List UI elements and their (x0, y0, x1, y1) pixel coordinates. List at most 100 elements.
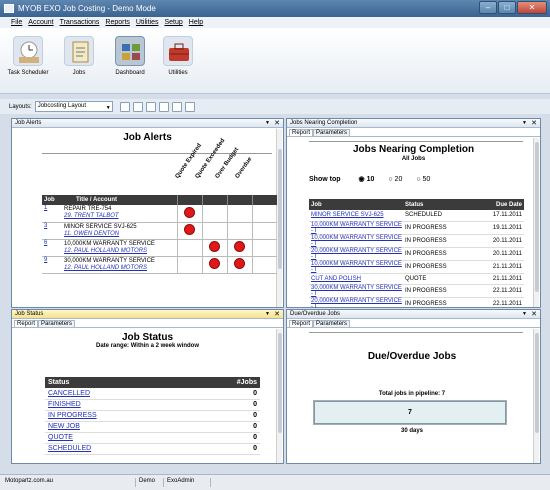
status-company: Motopartz.com.au (5, 478, 54, 484)
job-due-date: 21.11.2011 (492, 263, 522, 270)
radio-20[interactable]: ○ 20 (388, 176, 402, 183)
table-row: 10,000KM WARRANTY SERVICE - I IN PROGRESS… (309, 221, 524, 234)
refresh-icon[interactable] (132, 101, 143, 112)
radio-10[interactable]: ◉ 10 (359, 175, 375, 183)
status-link[interactable]: SCHEDULED (48, 445, 91, 452)
table-row: FINISHED 0 (45, 399, 260, 410)
menu-transactions[interactable]: Transactions (60, 19, 100, 26)
account-link[interactable]: 12. PAUL HOLLAND MOTORS (64, 265, 147, 271)
radio-50[interactable]: ○ 50 (416, 176, 430, 183)
job-link[interactable]: 20,000KM WARRANTY SERVICE - I (311, 248, 402, 260)
tab-report[interactable]: Report (289, 129, 314, 136)
job-link[interactable]: 10,000KM WARRANTY SERVICE - I (311, 235, 402, 247)
job-link[interactable]: CUT AND POLISH (311, 276, 361, 282)
menu-setup[interactable]: Setup (164, 19, 182, 26)
tab-report[interactable]: Report (14, 320, 39, 327)
job-link[interactable]: 3 (44, 223, 47, 229)
title-bar: MYOB EXO Job Costing - Demo Mode – □ ✕ (0, 0, 550, 17)
job-title: REPAIR TRE-754 (64, 206, 112, 213)
job-alerts-table: Job Title / Account 1 REPAIR TRE-754 29. T… (42, 195, 277, 274)
tab-report[interactable]: Report (289, 320, 314, 327)
col-jobs-count: #Jobs (193, 377, 260, 388)
dropdown-icon[interactable]: ▼ (522, 119, 527, 128)
job-link[interactable]: 10,000KM WARRANTY SERVICE - I (311, 222, 402, 234)
table-row: 9 30,000KM WARRANTY SERVICE 12. PAUL HOLLA… (42, 256, 277, 273)
overdue-header: Due/Overdue Jobs ▼ ✕ (287, 310, 540, 319)
job-status: SCHEDULED (405, 212, 443, 219)
overdue-total: Total jobs in pipeline: 7 (378, 391, 446, 397)
tab-parameters[interactable]: Parameters (313, 129, 351, 136)
menu-file[interactable]: File (11, 19, 22, 26)
job-due-date: 19.11.2011 (492, 224, 522, 231)
job-status-table: Status #Jobs CANCELLED 0 FINISHED 0 IN PROGR… (45, 377, 260, 455)
account-link[interactable]: 11. OWEN DENTON (64, 231, 119, 237)
job-link[interactable]: MINOR SERVICE SVJ-625 (311, 212, 384, 218)
tab-parameters[interactable]: Parameters (313, 320, 351, 327)
job-link[interactable]: 1 (44, 205, 47, 211)
menu-account[interactable]: Account (28, 19, 53, 26)
alert-dot (209, 258, 220, 269)
app-icon (4, 4, 14, 13)
close-icon[interactable]: ✕ (531, 119, 537, 128)
status-link[interactable]: FINISHED (48, 401, 81, 408)
close-button[interactable]: ✕ (517, 1, 547, 14)
job-link[interactable]: 9 (44, 257, 47, 263)
job-status: IN PROGRESS (405, 237, 447, 244)
overdue-days: 30 days (400, 428, 424, 434)
status-count: 0 (253, 434, 257, 441)
job-status: IN PROGRESS (405, 224, 447, 231)
job-status-panel-title: Job Status (15, 311, 44, 317)
add-icon[interactable] (171, 101, 182, 112)
job-status-heading: Job Status (121, 332, 174, 343)
status-link[interactable]: IN PROGRESS (48, 412, 97, 419)
dashboard-button[interactable]: Dashboard (106, 36, 154, 76)
save-layout-icon[interactable] (119, 101, 130, 112)
job-alerts-header: Job Alerts ▼ ✕ (12, 119, 283, 128)
status-link[interactable]: CANCELLED (48, 390, 90, 397)
layouts-label: Layouts: (9, 103, 32, 110)
status-count: 0 (253, 389, 257, 397)
job-status: QUOTE (405, 275, 427, 282)
col-due-date: Due Date (475, 199, 524, 210)
split-icon[interactable] (158, 101, 169, 112)
close-icon[interactable]: ✕ (531, 310, 537, 319)
utilities-button[interactable]: Utilities (154, 36, 202, 76)
overdue-tabs: Report Parameters (287, 319, 540, 328)
col-status: Status (45, 377, 194, 388)
options-icon[interactable] (184, 101, 195, 112)
minimize-button[interactable]: – (479, 1, 497, 14)
dropdown-icon[interactable]: ▼ (265, 119, 270, 128)
status-link[interactable]: NEW JOB (48, 423, 80, 430)
job-link[interactable]: 20,000KM WARRANTY SERVICE - I (311, 298, 402, 310)
job-link[interactable]: 6 (44, 240, 47, 246)
grid-icon[interactable] (145, 101, 156, 112)
maximize-button[interactable]: □ (498, 1, 516, 14)
ribbon: Task Scheduler Jobs Dashboard Utilities (0, 28, 550, 94)
status-user: ExoAdmin (163, 478, 194, 487)
menu-utilities[interactable]: Utilities (136, 19, 159, 26)
job-status: IN PROGRESS (405, 263, 447, 270)
table-row: QUOTE 0 (45, 432, 260, 443)
close-icon[interactable]: ✕ (274, 119, 280, 128)
tab-parameters[interactable]: Parameters (38, 320, 76, 327)
task-scheduler-button[interactable]: Task Scheduler (4, 36, 52, 76)
table-row: CANCELLED 0 (45, 388, 260, 399)
dropdown-icon[interactable]: ▼ (522, 310, 527, 319)
dropdown-icon[interactable]: ▼ (265, 310, 270, 319)
menu-reports[interactable]: Reports (105, 19, 130, 26)
menu-help[interactable]: Help (189, 19, 203, 26)
table-row: 30,000KM WARRANTY SERVICE - I IN PROGRESS… (309, 284, 524, 297)
account-link[interactable]: 29. TRENT TALBOT (64, 213, 119, 219)
status-count: 0 (253, 445, 257, 452)
close-icon[interactable]: ✕ (274, 310, 280, 319)
job-title: MINOR SERVICE SVJ-625 (64, 223, 137, 230)
job-status-panel: Job Status ▼ ✕ Report Parameters Job Status… (11, 309, 284, 464)
status-link[interactable]: QUOTE (48, 434, 73, 441)
layouts-combo[interactable]: Jobcosting Layout ▼ (34, 101, 113, 112)
job-link[interactable]: 10,000KM WARRANTY SERVICE - I (311, 261, 402, 273)
jobs-button[interactable]: Jobs (55, 36, 103, 76)
table-row: CUT AND POLISH QUOTE 21.11.2011 (309, 273, 524, 284)
table-row: IN PROGRESS 0 (45, 410, 260, 421)
job-link[interactable]: 30,000KM WARRANTY SERVICE - I (311, 285, 402, 297)
account-link[interactable]: 12. PAUL HOLLAND MOTORS (64, 248, 147, 254)
